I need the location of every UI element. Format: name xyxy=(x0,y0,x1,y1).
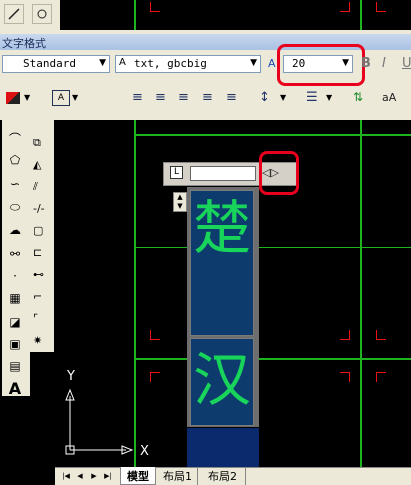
numbering-icon[interactable]: ☰ xyxy=(306,90,318,105)
ellipse-icon[interactable]: ⬭ xyxy=(4,197,26,217)
region-icon[interactable]: ◪ xyxy=(4,312,26,332)
insert-field-icon[interactable]: ⇅ xyxy=(353,90,363,104)
tab-nav-last[interactable]: ▶| xyxy=(101,467,115,485)
grid-line xyxy=(360,0,362,30)
corner-mark xyxy=(340,372,350,382)
polyline-icon[interactable]: ⌒ xyxy=(4,128,26,148)
bold-button[interactable]: B xyxy=(361,56,371,71)
grid-line xyxy=(134,247,411,248)
scale-icon[interactable]: ⊷ xyxy=(33,268,44,281)
corner-mark xyxy=(150,330,160,340)
corner-mark xyxy=(376,2,386,12)
mtext-character[interactable]: 楚 xyxy=(193,194,251,264)
ucs-y-label: Y xyxy=(67,369,75,384)
chevron-down-icon[interactable]: ▼ xyxy=(72,93,78,102)
justify-icon[interactable]: ≡ xyxy=(202,90,213,105)
text-style-select[interactable]: Standard ▼ xyxy=(2,55,110,73)
tab-nav-next[interactable]: ▶ xyxy=(87,467,101,485)
table-icon[interactable]: ▤ xyxy=(4,356,26,376)
font-icon: A xyxy=(119,57,126,68)
paragraph-icon[interactable]: A xyxy=(52,90,70,106)
height-highlight xyxy=(277,44,365,86)
move-icon[interactable]: ▢ xyxy=(33,224,43,237)
line-spacing-icon[interactable]: ↕ xyxy=(259,90,270,105)
align-left-icon[interactable]: ≡ xyxy=(132,90,143,105)
offset-icon[interactable]: ⫽ xyxy=(33,180,38,194)
copy-icon[interactable]: ⧉ xyxy=(33,136,41,150)
explode-icon[interactable]: ✷ xyxy=(33,334,42,347)
mtext-character[interactable]: 汉 xyxy=(193,346,251,416)
array-icon[interactable]: -/- xyxy=(33,202,45,215)
corner-mark xyxy=(340,330,350,340)
tab-layout2[interactable]: 布局2 xyxy=(200,467,246,485)
revcloud-icon[interactable]: ☁ xyxy=(4,220,26,240)
corner-mark xyxy=(150,2,160,12)
rotate-icon[interactable]: ⊏ xyxy=(33,246,42,259)
chevron-down-icon[interactable]: ▼ xyxy=(99,58,106,68)
tab-nav-first[interactable]: |◀ xyxy=(59,467,73,485)
ucs-x-label: X xyxy=(140,444,149,459)
mtext-icon[interactable]: A xyxy=(4,378,26,398)
spline-icon[interactable]: ∽ xyxy=(4,174,26,194)
mirror-icon[interactable]: ◭ xyxy=(33,158,41,171)
hatch-icon[interactable]: ▦ xyxy=(4,288,26,308)
ucs-axis-icon xyxy=(65,388,134,455)
corner-mark xyxy=(376,372,386,382)
corner-mark xyxy=(340,2,350,12)
color-icon[interactable] xyxy=(6,92,20,104)
caps-button[interactable]: aA xyxy=(382,91,396,104)
toolbar-title: 文字格式 xyxy=(2,37,46,50)
grid-line xyxy=(134,134,411,136)
distribute-icon[interactable]: ≡ xyxy=(226,90,237,105)
corner-mark xyxy=(150,372,160,382)
font-select[interactable]: A txt, gbcbig ▼ xyxy=(115,55,261,73)
align-right-icon[interactable]: ≡ xyxy=(178,90,189,105)
selection-overlay xyxy=(187,428,259,468)
ruler-tab-marker[interactable]: L xyxy=(170,166,183,179)
font-value: txt, gbcbig xyxy=(134,57,207,70)
italic-button[interactable]: I xyxy=(382,56,386,71)
chevron-down-icon[interactable]: ▼ xyxy=(280,93,286,102)
underline-button[interactable]: U xyxy=(402,56,411,71)
point-icon[interactable]: · xyxy=(4,266,26,286)
editor-scroll-button[interactable]: ▲ ▼ xyxy=(173,192,187,212)
stretch-icon[interactable]: ⌐ xyxy=(33,290,42,303)
tab-nav-prev[interactable]: ◀ xyxy=(73,467,87,485)
corner-mark xyxy=(376,330,386,340)
chevron-down-icon[interactable]: ▼ xyxy=(326,93,332,102)
chevron-down-icon[interactable]: ▼ xyxy=(250,58,257,68)
fillet-icon[interactable]: ⌜ xyxy=(33,312,38,325)
tab-layout1[interactable]: 布局1 xyxy=(158,467,198,485)
ruler-bar[interactable] xyxy=(190,166,256,181)
align-center-icon[interactable]: ≡ xyxy=(155,90,166,105)
chevron-down-icon[interactable]: ▼ xyxy=(24,93,30,102)
polygon-icon[interactable]: ⬠ xyxy=(4,150,26,170)
grid-line xyxy=(134,358,411,360)
width-handle-highlight xyxy=(259,151,299,195)
snap-icon[interactable] xyxy=(32,4,52,24)
line-icon[interactable] xyxy=(4,4,24,24)
text-style-value: Standard xyxy=(23,57,76,70)
tab-model[interactable]: 模型 xyxy=(120,467,156,485)
text-height-icon: A xyxy=(268,57,276,70)
insert-block-icon[interactable]: ⚯ xyxy=(4,244,26,264)
gradient-icon[interactable]: ▣ xyxy=(4,334,26,354)
grid-line xyxy=(360,120,362,470)
grid-line xyxy=(134,0,136,30)
